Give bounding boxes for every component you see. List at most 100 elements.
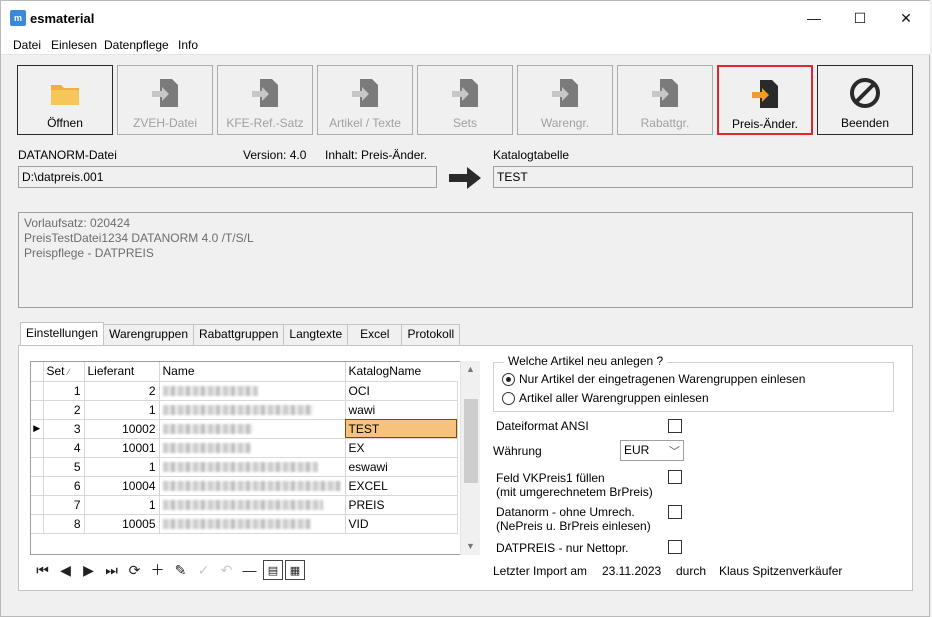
post-record-icon[interactable]: ✓: [192, 559, 215, 581]
filter-icon[interactable]: ▤: [263, 560, 283, 580]
cell-lieferant[interactable]: 10002: [84, 419, 160, 439]
column-header-name[interactable]: Name: [159, 362, 346, 382]
prior-record-icon[interactable]: ◀: [54, 559, 77, 581]
cell-set[interactable]: 8: [43, 514, 85, 534]
cancel-edit-icon[interactable]: ↶: [215, 559, 238, 581]
cell-lieferant[interactable]: 10001: [84, 438, 160, 458]
delete-record-icon[interactable]: —: [238, 559, 261, 581]
cell-lieferant[interactable]: 1: [84, 457, 160, 477]
menu-info[interactable]: Info: [178, 38, 198, 52]
scroll-down-icon[interactable]: ▼: [466, 541, 475, 551]
cell-set[interactable]: 2: [43, 400, 85, 420]
ansi-checkbox[interactable]: [668, 419, 682, 433]
cell-set[interactable]: 1: [43, 381, 85, 401]
zveh-file-button[interactable]: ZVEH-Datei: [117, 65, 213, 135]
discount-groups-button[interactable]: Rabattgr.: [617, 65, 713, 135]
table-row[interactable]: 6 10004 EXCEL: [31, 476, 458, 496]
scroll-up-icon[interactable]: ▲: [466, 364, 475, 374]
cell-katalogname[interactable]: VID: [345, 514, 458, 534]
minimize-button[interactable]: —: [791, 1, 837, 35]
cell-lieferant[interactable]: 10005: [84, 514, 160, 534]
tab-langtexte[interactable]: Langtexte: [283, 324, 349, 345]
menu-einlesen[interactable]: Einlesen: [51, 38, 97, 52]
catalog-grid[interactable]: Set ∕ Lieferant Name KatalogName 1 2 OCI…: [30, 361, 480, 555]
next-record-icon[interactable]: ▶: [77, 559, 100, 581]
insert-record-icon[interactable]: ＋: [146, 559, 169, 581]
cell-lieferant[interactable]: 1: [84, 400, 160, 420]
table-row[interactable]: 4 10001 EX: [31, 438, 458, 458]
file-import-icon: [552, 79, 578, 107]
window-title: esmaterial: [30, 11, 95, 26]
exit-button[interactable]: Beenden: [817, 65, 913, 135]
sets-button[interactable]: Sets: [417, 65, 513, 135]
edit-record-icon[interactable]: ✎: [169, 559, 192, 581]
cell-set[interactable]: 4: [43, 438, 85, 458]
cell-katalogname[interactable]: wawi: [345, 400, 458, 420]
price-change-button[interactable]: Preis-Änder.: [717, 65, 813, 135]
cell-name-redacted[interactable]: [159, 514, 346, 534]
tab-excel[interactable]: Excel: [347, 324, 403, 345]
source-path-field[interactable]: D:\datpreis.001: [18, 166, 437, 188]
table-row[interactable]: ▶ 3 10002 TEST: [31, 419, 458, 439]
radio-selected-groups[interactable]: Nur Artikel der eingetragenen Warengrupp…: [502, 372, 805, 386]
cell-katalogname[interactable]: eswawi: [345, 457, 458, 477]
export-icon[interactable]: ▦: [285, 560, 305, 580]
cell-name-redacted[interactable]: [159, 476, 346, 496]
cell-katalogname[interactable]: OCI: [345, 381, 458, 401]
product-groups-button[interactable]: Warengr.: [517, 65, 613, 135]
open-button[interactable]: Öffnen: [17, 65, 113, 135]
catalog-table-field[interactable]: TEST: [493, 166, 913, 188]
tab-einstellungen[interactable]: Einstellungen: [20, 322, 105, 345]
column-header-katalogname[interactable]: KatalogName: [345, 362, 457, 382]
tab-rabattgruppen[interactable]: Rabattgruppen: [193, 324, 285, 345]
cell-set[interactable]: 5: [43, 457, 85, 477]
cell-name-redacted[interactable]: [159, 400, 346, 420]
menu-datei[interactable]: Datei: [13, 38, 41, 52]
article-texts-button[interactable]: Artikel / Texte: [317, 65, 413, 135]
cell-name-redacted[interactable]: [159, 495, 346, 515]
cell-set[interactable]: 6: [43, 476, 85, 496]
scroll-thumb[interactable]: [464, 399, 478, 483]
tab-warengruppen[interactable]: Warengruppen: [103, 324, 194, 345]
menu-datenpflege[interactable]: Datenpflege: [104, 38, 169, 52]
cell-lieferant[interactable]: 1: [84, 495, 160, 515]
radio-button[interactable]: [502, 391, 515, 405]
table-row[interactable]: 1 2 OCI: [31, 381, 458, 401]
info-line: Preispflege - DATPREIS: [24, 246, 154, 260]
ansi-label: Dateiformat ANSI: [496, 419, 589, 433]
close-button[interactable]: ✕: [883, 1, 929, 35]
cell-set[interactable]: 3: [43, 419, 85, 439]
last-import-label: Letzter Import am: [493, 564, 588, 578]
net-price-checkbox[interactable]: [668, 540, 682, 554]
cell-lieferant[interactable]: 10004: [84, 476, 160, 496]
cell-katalogname[interactable]: EXCEL: [345, 476, 458, 496]
tab-protokoll[interactable]: Protokoll: [401, 324, 461, 345]
column-header-set[interactable]: Set ∕: [43, 362, 85, 382]
kfe-ref-button[interactable]: KFE-Ref.-Satz: [217, 65, 313, 135]
datanorm-no-conv-checkbox[interactable]: [668, 505, 682, 519]
cell-set[interactable]: 7: [43, 495, 85, 515]
last-record-icon[interactable]: ⏭: [100, 559, 123, 581]
table-row[interactable]: 7 1 PREIS: [31, 495, 458, 515]
column-header-lieferant[interactable]: Lieferant: [84, 362, 160, 382]
cell-katalogname-selected[interactable]: TEST: [345, 419, 458, 439]
currency-select[interactable]: EUR ﹀: [620, 440, 684, 461]
table-row[interactable]: 5 1 eswawi: [31, 457, 458, 477]
table-row[interactable]: 8 10005 VID: [31, 514, 458, 534]
table-row[interactable]: 2 1 wawi: [31, 400, 458, 420]
cell-katalogname[interactable]: EX: [345, 438, 458, 458]
cell-lieferant[interactable]: 2: [84, 381, 160, 401]
cell-name-redacted[interactable]: [159, 457, 346, 477]
radio-button-checked[interactable]: [502, 372, 515, 386]
cell-katalogname[interactable]: PREIS: [345, 495, 458, 515]
cell-name-redacted[interactable]: [159, 381, 346, 401]
refresh-icon[interactable]: ⟳: [123, 559, 146, 581]
maximize-button[interactable]: ☐: [837, 1, 883, 35]
cell-name-redacted[interactable]: [159, 438, 346, 458]
cell-name-redacted[interactable]: [159, 419, 346, 439]
grid-vertical-scrollbar[interactable]: ▲ ▼: [460, 361, 480, 555]
radio-all-groups[interactable]: Artikel aller Warengruppen einlesen: [502, 391, 709, 405]
vk-price-checkbox[interactable]: [668, 470, 682, 484]
row-indicator: [31, 400, 44, 420]
first-record-icon[interactable]: ⏮: [31, 559, 54, 581]
